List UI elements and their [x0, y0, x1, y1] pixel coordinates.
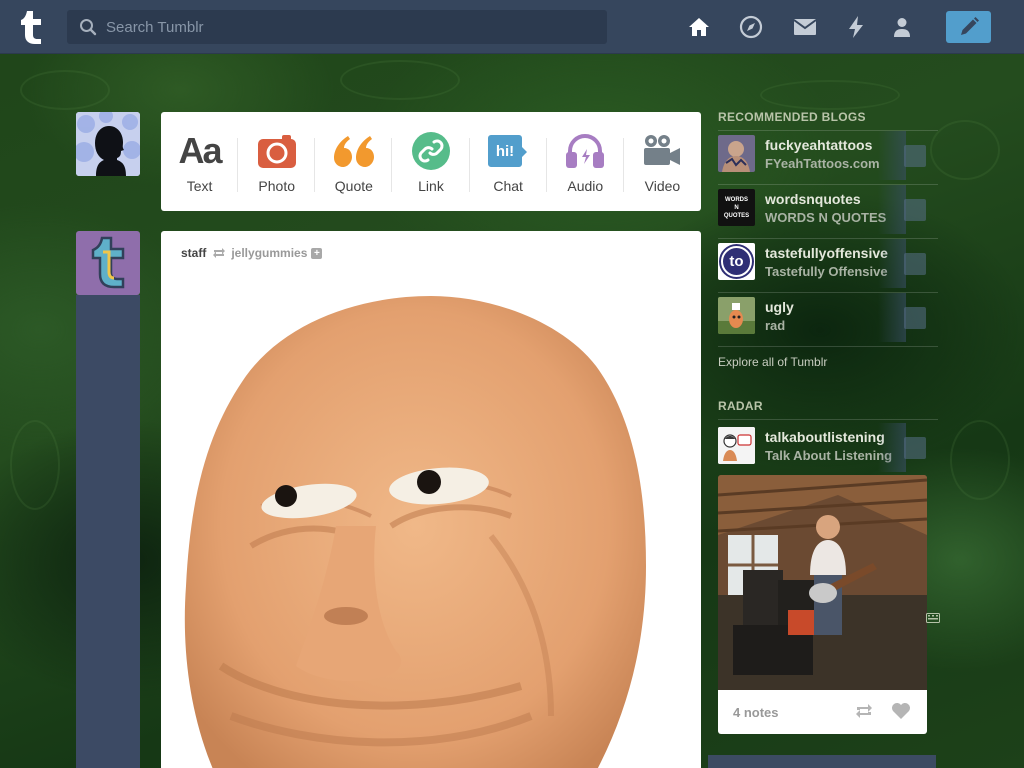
blog-avatar[interactable]: [718, 297, 755, 334]
notes-count[interactable]: 4 notes: [733, 705, 779, 720]
radar-heading: Radar: [718, 399, 763, 413]
blog-name[interactable]: talkaboutlistening: [765, 429, 885, 445]
staff-avatar[interactable]: [76, 231, 140, 295]
radar-blog-item[interactable]: talkaboutlistening Talk About Listening: [718, 423, 938, 473]
post-header: staff jellygummies +: [181, 246, 323, 260]
link-post-button[interactable]: Link: [392, 112, 470, 211]
account-icon[interactable]: [889, 14, 915, 40]
recommended-blog-item[interactable]: fuckyeahtattoos FYeahTattoos.com: [718, 131, 938, 181]
follow-button[interactable]: [904, 307, 926, 329]
radar-post-footer: 4 notes: [718, 690, 927, 734]
quote-icon: [333, 132, 374, 170]
left-rail: [76, 295, 140, 768]
audio-icon: [566, 132, 605, 170]
post-type-label: Photo: [258, 178, 295, 194]
post-type-bar: Aa Text Photo Quote Link hi! Chat Audio: [161, 112, 701, 211]
photo-post-button[interactable]: Photo: [238, 112, 316, 211]
blog-name[interactable]: ugly: [765, 299, 794, 315]
post-type-label: Audio: [567, 178, 604, 194]
follow-button[interactable]: [904, 253, 926, 275]
text-icon: Aa: [178, 130, 223, 171]
radar-post-photo[interactable]: [718, 475, 927, 690]
search-input[interactable]: [106, 18, 586, 36]
blog-avatar[interactable]: WORDS N QUOTES: [718, 189, 755, 226]
blog-name[interactable]: fuckyeahtattoos: [765, 137, 872, 153]
post-photo[interactable]: [161, 286, 701, 768]
post-type-label: Link: [418, 178, 444, 194]
blog-avatar[interactable]: to: [718, 243, 755, 280]
sidebar-bottom-panel: [708, 755, 936, 768]
blog-name[interactable]: wordsnquotes: [765, 191, 861, 207]
search-box[interactable]: [67, 10, 607, 44]
recommended-blog-item[interactable]: WORDS N QUOTES wordsnquotes WORDS N QUOT…: [718, 185, 938, 235]
pencil-icon: [960, 17, 979, 35]
blog-avatar[interactable]: [718, 135, 755, 172]
follow-button[interactable]: [904, 145, 926, 167]
recommended-blog-item[interactable]: to tastefullyoffensive Tastefully Offens…: [718, 239, 938, 289]
reblog-icon: [213, 248, 226, 258]
svg-text:hi!: hi!: [496, 143, 514, 160]
explore-link[interactable]: Explore all of Tumblr: [718, 355, 827, 369]
post-type-label: Video: [644, 178, 681, 194]
reblog-icon[interactable]: [854, 702, 874, 725]
post-author-link[interactable]: staff: [181, 246, 206, 260]
link-icon: [411, 132, 450, 170]
post-type-label: Chat: [493, 178, 523, 194]
chat-post-button[interactable]: hi! Chat: [470, 112, 547, 211]
quote-post-button[interactable]: Quote: [315, 112, 393, 211]
recommended-blog-item[interactable]: ugly rad: [718, 293, 938, 343]
inbox-icon[interactable]: [792, 14, 818, 40]
activity-icon[interactable]: [843, 14, 869, 40]
follow-button[interactable]: [904, 437, 926, 459]
heart-icon[interactable]: [891, 702, 911, 725]
post-type-label: Text: [186, 178, 213, 194]
compose-button[interactable]: [946, 11, 991, 43]
search-icon: [80, 19, 97, 36]
audio-post-button[interactable]: Audio: [547, 112, 624, 211]
follow-button[interactable]: [904, 199, 926, 221]
video-post-button[interactable]: Video: [624, 112, 701, 211]
keyboard-shortcuts-icon[interactable]: [926, 611, 940, 625]
chat-icon: hi!: [488, 132, 528, 170]
explore-icon[interactable]: [738, 14, 764, 40]
recommended-blogs-heading: Recommended Blogs: [718, 110, 866, 124]
top-navigation-bar: [0, 0, 1024, 54]
blog-name[interactable]: tastefullyoffensive: [765, 245, 888, 261]
user-avatar[interactable]: [76, 112, 140, 176]
follow-plus-icon[interactable]: +: [311, 247, 323, 259]
reblogged-from-link[interactable]: jellygummies: [231, 246, 307, 260]
tumblr-logo[interactable]: [14, 8, 50, 46]
home-icon[interactable]: [686, 14, 712, 40]
blog-avatar[interactable]: [718, 427, 755, 464]
dashboard-post: staff jellygummies +: [161, 231, 701, 768]
post-type-label: Quote: [334, 178, 373, 194]
camera-icon: [257, 132, 296, 170]
video-icon: [643, 132, 681, 170]
text-post-button[interactable]: Aa Text: [161, 112, 239, 211]
